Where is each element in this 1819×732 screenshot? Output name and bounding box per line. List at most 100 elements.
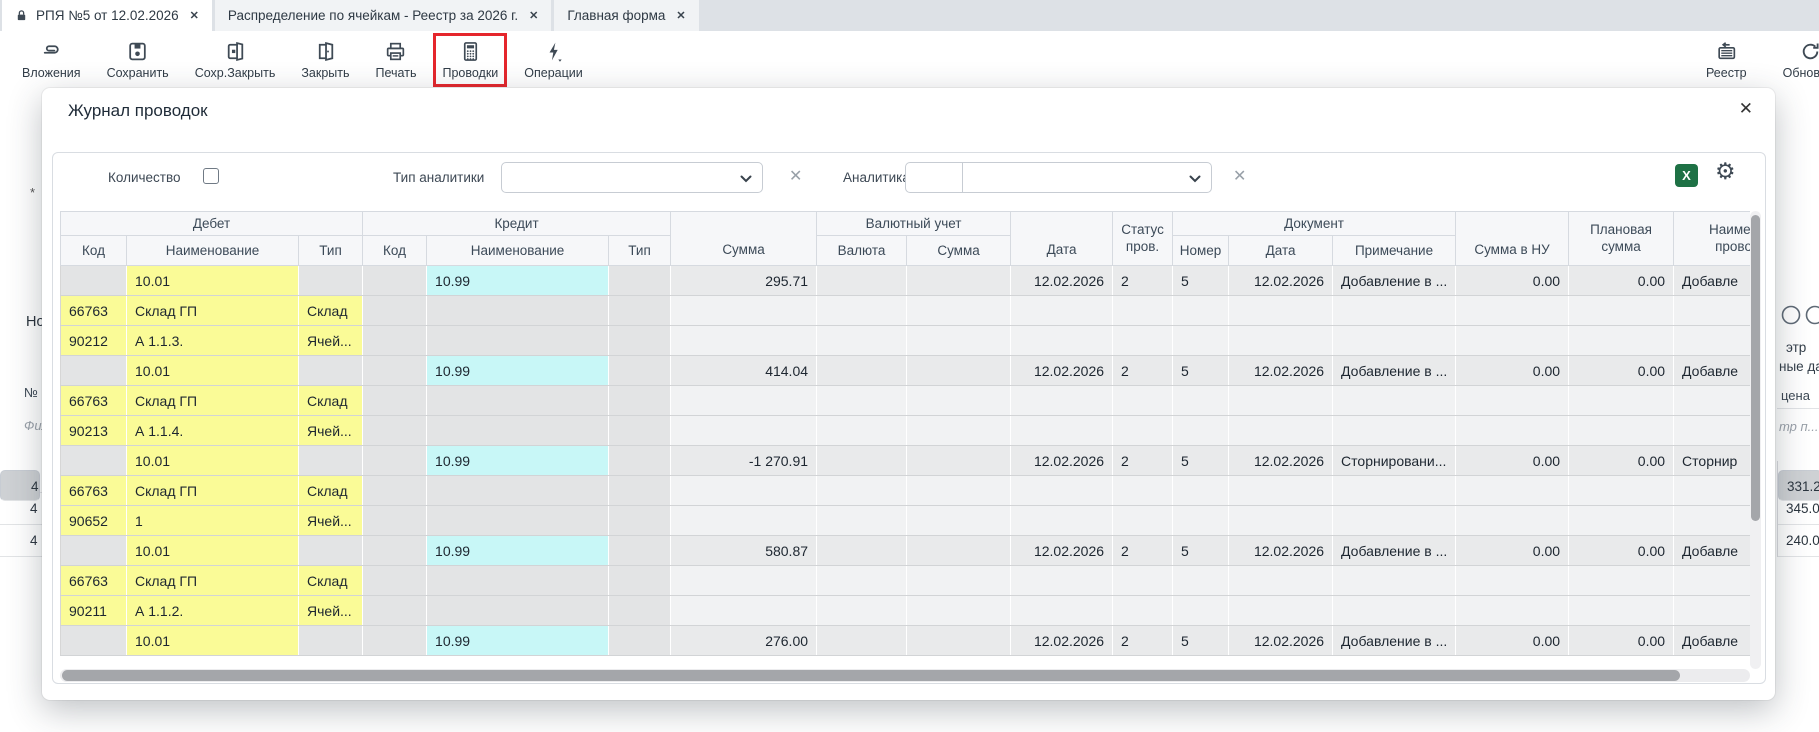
cell[interactable]: 10.01 bbox=[127, 626, 299, 656]
cell[interactable]: Сторнир bbox=[1674, 446, 1750, 476]
cell[interactable] bbox=[1456, 386, 1569, 416]
cell[interactable] bbox=[671, 596, 817, 626]
cell[interactable] bbox=[609, 416, 671, 446]
cell[interactable]: 10.99 bbox=[427, 536, 609, 566]
cell[interactable] bbox=[1569, 326, 1674, 356]
cell[interactable] bbox=[907, 266, 1011, 296]
cell[interactable] bbox=[1011, 296, 1113, 326]
cell[interactable] bbox=[1113, 476, 1173, 506]
cell[interactable] bbox=[363, 476, 427, 506]
cell[interactable] bbox=[427, 416, 609, 446]
cell[interactable]: Склад ГП bbox=[127, 476, 299, 506]
cell[interactable] bbox=[1113, 416, 1173, 446]
cell[interactable]: 12.02.2026 bbox=[1011, 536, 1113, 566]
cell[interactable] bbox=[363, 566, 427, 596]
cell[interactable] bbox=[1674, 596, 1750, 626]
cell[interactable] bbox=[1674, 416, 1750, 446]
cell[interactable]: 0.00 bbox=[1569, 356, 1674, 386]
cell[interactable]: Склад bbox=[299, 476, 363, 506]
cell[interactable] bbox=[1456, 326, 1569, 356]
cell[interactable] bbox=[427, 326, 609, 356]
cell[interactable]: 10.99 bbox=[427, 266, 609, 296]
cell[interactable] bbox=[817, 266, 907, 296]
cell[interactable] bbox=[299, 356, 363, 386]
cell[interactable]: Склад ГП bbox=[127, 386, 299, 416]
cell[interactable] bbox=[907, 626, 1011, 656]
cell[interactable] bbox=[817, 326, 907, 356]
cell[interactable] bbox=[1456, 296, 1569, 326]
cell[interactable] bbox=[1674, 386, 1750, 416]
cell[interactable] bbox=[427, 506, 609, 536]
tab-close-icon[interactable]: ✕ bbox=[529, 9, 538, 22]
cell[interactable]: 12.02.2026 bbox=[1229, 356, 1333, 386]
cell[interactable] bbox=[817, 356, 907, 386]
cell[interactable] bbox=[363, 296, 427, 326]
cell[interactable] bbox=[907, 506, 1011, 536]
cell[interactable] bbox=[907, 476, 1011, 506]
cell[interactable] bbox=[1229, 296, 1333, 326]
cell[interactable] bbox=[61, 356, 127, 386]
cell[interactable] bbox=[609, 506, 671, 536]
cell[interactable]: Склад ГП bbox=[127, 296, 299, 326]
cell[interactable]: 66763 bbox=[61, 476, 127, 506]
cell[interactable] bbox=[363, 626, 427, 656]
toolbar-button-printer[interactable]: Печать bbox=[370, 36, 423, 84]
cell[interactable]: 5 bbox=[1173, 266, 1229, 296]
vertical-scrollbar[interactable] bbox=[1750, 211, 1761, 669]
cell[interactable] bbox=[671, 296, 817, 326]
close-icon[interactable]: ✕ bbox=[1739, 99, 1753, 119]
cell[interactable]: 276.00 bbox=[671, 626, 817, 656]
cell[interactable]: 66763 bbox=[61, 386, 127, 416]
tab[interactable]: РПЯ №5 от 12.02.2026✕ bbox=[2, 0, 212, 31]
cell[interactable] bbox=[817, 446, 907, 476]
cell[interactable]: 2 bbox=[1113, 446, 1173, 476]
toolbar-button-lightning[interactable]: Операции bbox=[518, 36, 588, 84]
cell[interactable] bbox=[907, 356, 1011, 386]
cell[interactable]: 12.02.2026 bbox=[1229, 626, 1333, 656]
cell[interactable]: 580.87 bbox=[671, 536, 817, 566]
cell[interactable] bbox=[1011, 416, 1113, 446]
cell[interactable] bbox=[1674, 506, 1750, 536]
cell[interactable] bbox=[1173, 476, 1229, 506]
cell[interactable]: 0.00 bbox=[1456, 626, 1569, 656]
horizontal-scrollbar-thumb[interactable] bbox=[62, 670, 1680, 681]
cell[interactable] bbox=[1456, 416, 1569, 446]
cell[interactable] bbox=[299, 266, 363, 296]
cell[interactable] bbox=[1173, 596, 1229, 626]
cell[interactable] bbox=[1173, 566, 1229, 596]
cell[interactable] bbox=[1333, 416, 1456, 446]
cell[interactable]: 0.00 bbox=[1569, 446, 1674, 476]
cell[interactable]: 0.00 bbox=[1569, 626, 1674, 656]
cell[interactable]: 66763 bbox=[61, 566, 127, 596]
cell[interactable]: 10.99 bbox=[427, 356, 609, 386]
cell[interactable]: Склад bbox=[299, 296, 363, 326]
cell[interactable]: 0.00 bbox=[1456, 266, 1569, 296]
cell[interactable] bbox=[1113, 326, 1173, 356]
tab[interactable]: Главная форма✕ bbox=[554, 0, 698, 31]
cell[interactable] bbox=[609, 476, 671, 506]
cell[interactable] bbox=[1456, 506, 1569, 536]
cell[interactable] bbox=[671, 476, 817, 506]
cell[interactable]: 90213 bbox=[61, 416, 127, 446]
clear-icon[interactable]: ✕ bbox=[1233, 166, 1246, 186]
cell[interactable] bbox=[907, 446, 1011, 476]
cell[interactable]: 90652 bbox=[61, 506, 127, 536]
cell[interactable]: 10.99 bbox=[427, 446, 609, 476]
vertical-scrollbar-thumb[interactable] bbox=[1751, 215, 1760, 521]
cell[interactable]: А 1.1.3. bbox=[127, 326, 299, 356]
cell[interactable]: А 1.1.4. bbox=[127, 416, 299, 446]
cell[interactable]: 12.02.2026 bbox=[1011, 626, 1113, 656]
cell[interactable] bbox=[609, 326, 671, 356]
cell[interactable] bbox=[363, 416, 427, 446]
cell[interactable] bbox=[1011, 326, 1113, 356]
cell[interactable] bbox=[671, 326, 817, 356]
cell[interactable] bbox=[1229, 476, 1333, 506]
cell[interactable]: 10.01 bbox=[127, 266, 299, 296]
gear-icon[interactable]: ⚙ bbox=[1715, 158, 1736, 185]
cell[interactable] bbox=[671, 416, 817, 446]
cell[interactable] bbox=[671, 566, 817, 596]
cell[interactable]: 10.01 bbox=[127, 446, 299, 476]
cell[interactable] bbox=[1333, 386, 1456, 416]
cell[interactable] bbox=[1333, 566, 1456, 596]
cell[interactable] bbox=[1229, 506, 1333, 536]
